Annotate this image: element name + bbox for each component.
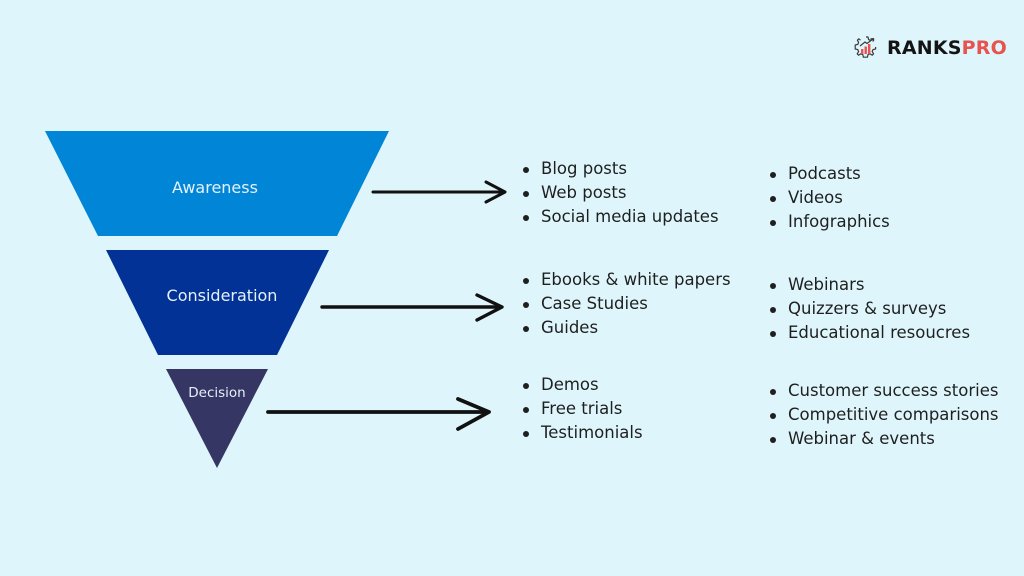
list-item: Webinars — [769, 273, 970, 297]
list-item: Social media updates — [522, 205, 719, 229]
list-item: Webinar & events — [769, 427, 999, 451]
decision-primary-list: Demos Free trials Testimonials — [522, 373, 643, 445]
funnel-stage-decision-label: Decision — [188, 385, 245, 401]
awareness-secondary-list: Podcasts Videos Infographics — [769, 162, 890, 234]
list-item: Web posts — [522, 181, 719, 205]
list-item: Infographics — [769, 210, 890, 234]
consideration-secondary-list: Webinars Quizzers & surveys Educational … — [769, 273, 970, 345]
list-item: Free trials — [522, 397, 643, 421]
funnel-stage-awareness-label: Awareness — [172, 178, 258, 197]
list-item: Guides — [522, 316, 731, 340]
consideration-primary-list: Ebooks & white papers Case Studies Guide… — [522, 268, 731, 340]
list-item: Videos — [769, 186, 890, 210]
arrow-decision — [266, 397, 491, 431]
list-item: Blog posts — [522, 157, 719, 181]
funnel-stage-consideration-label: Consideration — [167, 286, 278, 305]
arrow-consideration — [320, 293, 504, 322]
list-item: Customer success stories — [769, 379, 999, 403]
list-item: Ebooks & white papers — [522, 268, 731, 292]
awareness-primary-list: Blog posts Web posts Social media update… — [522, 157, 719, 229]
list-item: Demos — [522, 373, 643, 397]
list-item: Podcasts — [769, 162, 890, 186]
funnel-stage-decision — [166, 369, 268, 468]
list-item: Competitive comparisons — [769, 403, 999, 427]
list-item: Educational resoucres — [769, 321, 970, 345]
list-item: Testimonials — [522, 421, 643, 445]
decision-secondary-list: Customer success stories Competitive com… — [769, 379, 999, 451]
list-item: Case Studies — [522, 292, 731, 316]
arrow-awareness — [371, 180, 507, 204]
list-item: Quizzers & surveys — [769, 297, 970, 321]
